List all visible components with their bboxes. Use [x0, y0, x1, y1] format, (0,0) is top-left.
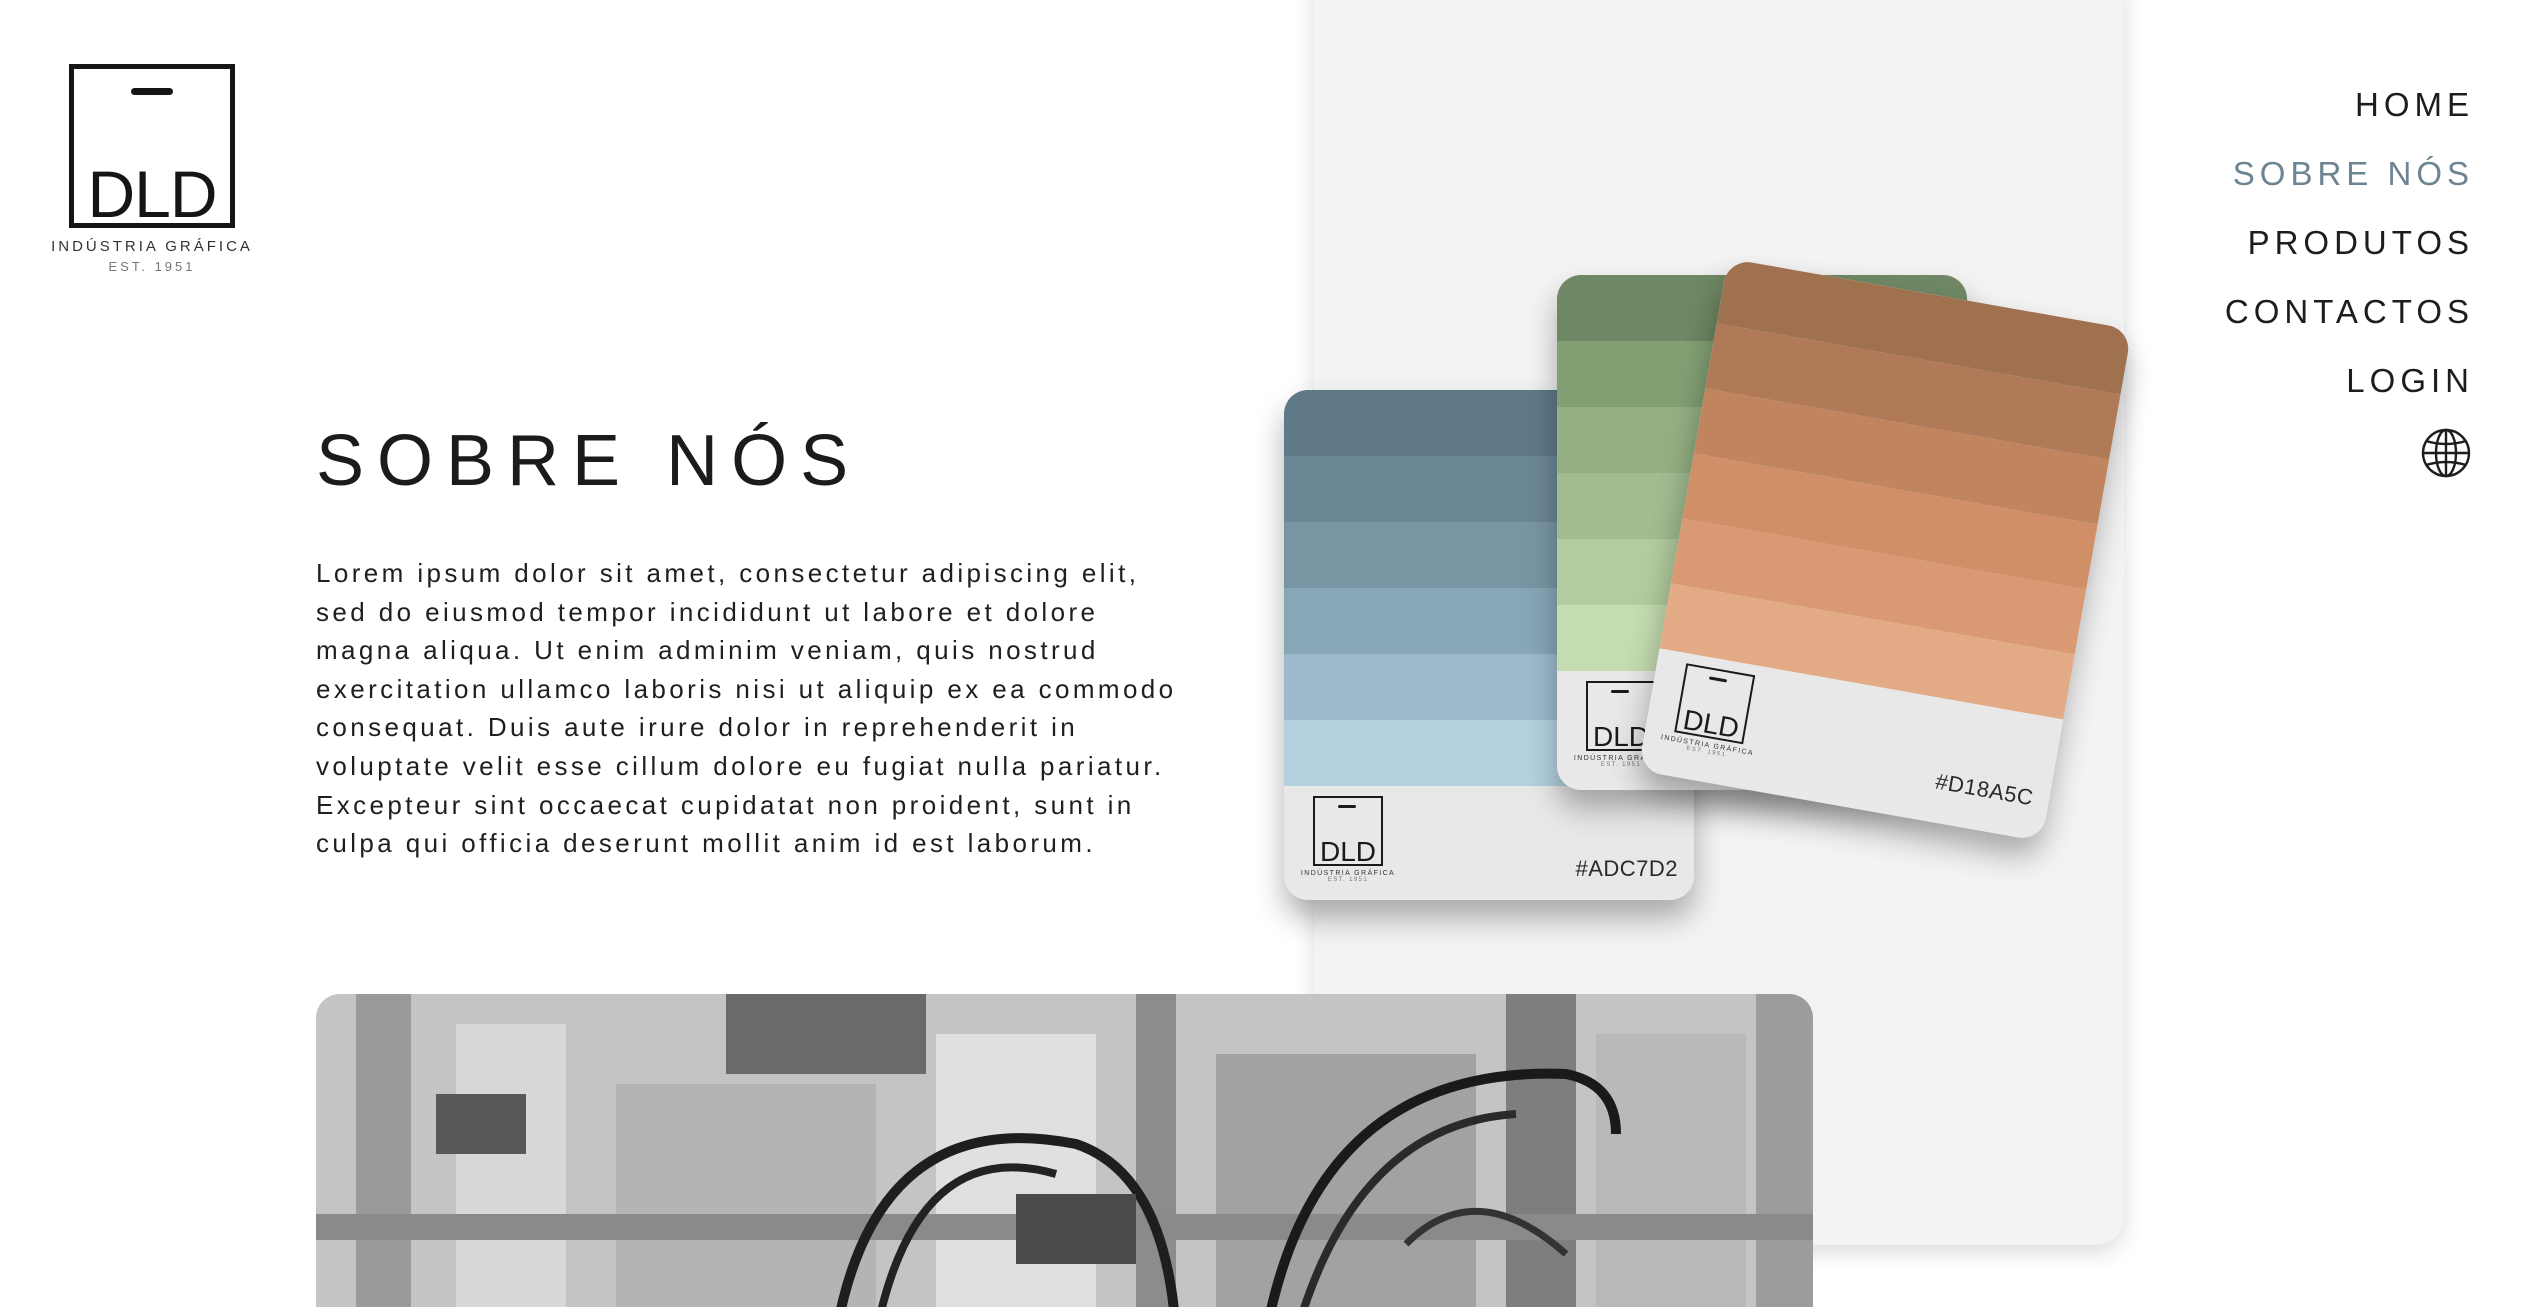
nav-login[interactable]: LOGIN	[2225, 346, 2474, 415]
nav-produtos[interactable]: PRODUTOS	[2225, 208, 2474, 277]
swatch-hex-label: #D18A5C	[1933, 768, 2036, 811]
logo-est: EST. 1951	[108, 259, 196, 274]
swatch-logo: DLD INDÚSTRIA GRÁFICA EST. 1951	[1653, 660, 1774, 764]
nav-contactos[interactable]: CONTACTOS	[2225, 277, 2474, 346]
nav-home[interactable]: HOME	[2225, 70, 2474, 139]
swatch-hex-label: #ADC7D2	[1575, 856, 1678, 881]
main-nav: HOME SOBRE NÓS PRODUTOS CONTACTOS LOGIN	[2225, 70, 2474, 484]
logo[interactable]: DLD INDÚSTRIA GRÁFICA EST. 1951	[50, 64, 254, 274]
swatch-logo: DLD INDÚSTRIA GRÁFICA EST. 1951	[1294, 796, 1402, 883]
nav-sobre-nos[interactable]: SOBRE NÓS	[2225, 139, 2474, 208]
logo-mark: DLD	[69, 64, 235, 228]
logo-text: DLD	[87, 157, 217, 231]
logo-subtitle: INDÚSTRIA GRÁFICA	[51, 238, 253, 255]
factory-photo	[316, 994, 1813, 1307]
page-title: SOBRE NÓS	[316, 421, 862, 501]
about-paragraph: Lorem ipsum dolor sit amet, consectetur …	[316, 558, 1177, 859]
globe-icon[interactable]	[2420, 427, 2472, 479]
swatch-footer: DLD INDÚSTRIA GRÁFICA EST. 1951 #ADC7D2	[1284, 786, 1694, 894]
